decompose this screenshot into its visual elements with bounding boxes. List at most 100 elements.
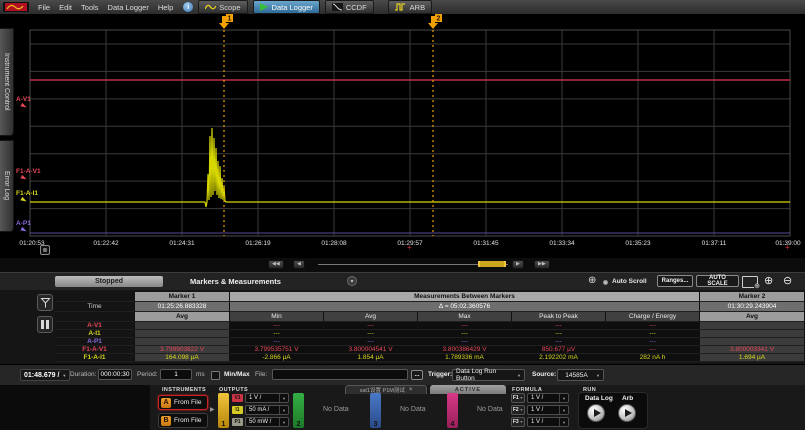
table-cell: --- <box>606 330 700 338</box>
marker1-header: Marker 1 <box>135 292 230 302</box>
scroll-fwd-button[interactable]: ▶ <box>512 260 524 269</box>
menu-data-logger[interactable]: Data Logger <box>108 3 149 12</box>
marker-cursor-button[interactable] <box>37 294 53 311</box>
chart-marker[interactable]: 2 <box>428 14 442 236</box>
instrument-panel: INSTRUMENTS A From File B From File ▶ OU… <box>0 385 805 430</box>
add-marker-icon[interactable]: ⊕ <box>588 276 596 286</box>
instrument-b-button[interactable]: B From File <box>158 413 208 428</box>
trace-label-f1-a-i1[interactable]: F1-A-I1 <box>16 190 38 202</box>
status-toolbar: Stopped Markers & Measurements ▾ ⊕ Auto … <box>0 272 805 290</box>
elapsed-time-display[interactable]: 01:48.679 / <box>20 369 70 381</box>
scroll-fast-fwd-button[interactable]: ▶▶ <box>534 260 550 269</box>
arb-waveform-icon <box>395 3 407 11</box>
formula-f1-select[interactable]: 1 V / <box>527 393 569 403</box>
marker2-avg-header: Avg <box>700 312 805 322</box>
table-row-label: F1-A-I1 <box>55 354 135 362</box>
output-p1-select[interactable]: 50 mW / <box>245 417 289 427</box>
formula-f2-button[interactable]: F2 <box>511 405 525 415</box>
info-icon[interactable]: i <box>183 2 193 12</box>
period-field[interactable]: 1 <box>160 369 192 380</box>
x-axis-label: 01:33:34 <box>549 240 574 247</box>
table-cell <box>135 338 230 346</box>
panel-spacer <box>0 385 150 430</box>
table-row-label: A-V1 <box>55 322 135 330</box>
table-cell <box>700 338 805 346</box>
tab-data-logger[interactable]: Data Logger <box>253 0 320 14</box>
menu-edit[interactable]: Edit <box>59 3 72 12</box>
trace-label-a-p1[interactable]: A-P1 <box>16 220 31 232</box>
formula-f2-select[interactable]: 1 V / <box>527 405 569 415</box>
output-i1-value: 50 mA / <box>249 407 269 413</box>
x-axis-label: 01:35:23 <box>625 240 650 247</box>
table-cell: --- <box>418 330 512 338</box>
run-arb-button[interactable] <box>618 404 636 422</box>
table-cell: --- <box>512 330 606 338</box>
tab-ccdf[interactable]: CCDF <box>325 0 374 14</box>
formula-f3-button[interactable]: F3 <box>511 417 525 427</box>
zoom-out-icon[interactable]: ⊖ <box>783 275 792 287</box>
time-row-label: Time <box>55 302 135 312</box>
duration-field[interactable]: 000:00:30 <box>98 369 132 380</box>
scroll-back-button[interactable]: ◀ <box>293 260 305 269</box>
table-cell: 3.800004541 V <box>324 346 418 354</box>
collapse-arrow-icon[interactable]: ▶ <box>210 406 215 413</box>
measurements-panel: Marker 1 Measurements Between Markers Ma… <box>0 290 805 364</box>
file-tab[interactable]: sat1设置 P1M测试 × <box>345 385 427 394</box>
marker1-avg-header: Avg <box>135 312 230 322</box>
minmax-checkbox[interactable] <box>211 371 220 380</box>
trigger-label: Trigger: <box>428 371 452 378</box>
formula-f1-button[interactable]: F1 <box>511 393 525 403</box>
channel-4-bar: 4 <box>447 393 458 428</box>
chevron-down-icon[interactable]: ▾ <box>347 276 357 286</box>
marker-glass-icon <box>40 297 51 309</box>
trace-label-text: F1-A-V1 <box>16 168 41 175</box>
instrument-a-label: From File <box>174 399 201 406</box>
formula-f3-select[interactable]: 1 V / <box>527 417 569 427</box>
source-select[interactable]: 14585A <box>557 369 604 381</box>
menu-file[interactable]: File <box>38 3 50 12</box>
file-input[interactable] <box>272 369 408 380</box>
table-cell: --- <box>418 322 512 330</box>
table-cell <box>135 330 230 338</box>
play-icon <box>594 409 601 417</box>
output-group-bar[interactable]: 1 <box>218 393 229 428</box>
auto-scale-button[interactable]: AUTO SCALE <box>696 275 739 287</box>
tab-arb[interactable]: ARB <box>388 0 432 14</box>
period-unit: ms <box>196 371 205 378</box>
scroll-window-handle[interactable] <box>478 261 506 267</box>
output-i1-select[interactable]: 50 mA / <box>245 405 289 415</box>
tab-scope[interactable]: Scope <box>198 0 247 14</box>
browse-button[interactable]: ... <box>411 370 423 380</box>
table-cell: 3.799903822 V <box>135 346 230 354</box>
run-datalog-label: Data Log <box>585 395 613 402</box>
sidebar-tab-error-log[interactable]: Error Log <box>0 140 14 232</box>
svg-text:2: 2 <box>437 16 441 23</box>
instruments-header: INSTRUMENTS <box>162 387 206 393</box>
tab-label: Data Logger <box>272 3 313 12</box>
log-start-marker-icon <box>40 245 50 255</box>
instrument-a-button[interactable]: A From File <box>158 395 208 410</box>
trace-label-f1-a-v1[interactable]: F1-A-V1 <box>16 168 41 180</box>
sidebar-tab-instrument-control[interactable]: Instrument Control <box>0 28 14 136</box>
menu-help[interactable]: Help <box>158 3 173 12</box>
table-cell <box>700 330 805 338</box>
close-icon[interactable]: × <box>409 387 413 393</box>
marker-pair-button[interactable] <box>37 316 53 333</box>
trace-label-a-v1[interactable]: A-V1 <box>16 96 31 108</box>
output-v1-select[interactable]: 1 V / <box>245 393 289 403</box>
between-markers-header: Measurements Between Markers <box>230 292 700 302</box>
chart-marker[interactable]: 1 <box>219 14 233 236</box>
menu-tools[interactable]: Tools <box>81 3 99 12</box>
ranges-button[interactable]: Ranges... <box>657 275 693 287</box>
zoom-selection-icon[interactable] <box>742 276 758 288</box>
trigger-select[interactable]: Data Log Run Button <box>452 369 525 381</box>
channel-2-status: No Data <box>323 406 349 413</box>
run-datalog-button[interactable] <box>587 404 605 422</box>
zoom-in-icon[interactable]: ⊕ <box>764 275 773 287</box>
trigger-value: Data Log Run Button <box>456 368 513 382</box>
active-tab[interactable]: ACTIVE <box>430 385 506 394</box>
formula-f2-value: 1 V / <box>531 407 543 413</box>
table-cell: --- <box>606 322 700 330</box>
chart-area[interactable]: 12 A-V1 F1-A-V1 F1-A-I1 A-P1 01:20:53 01… <box>14 14 805 258</box>
scroll-fast-back-button[interactable]: ◀◀ <box>268 260 284 269</box>
